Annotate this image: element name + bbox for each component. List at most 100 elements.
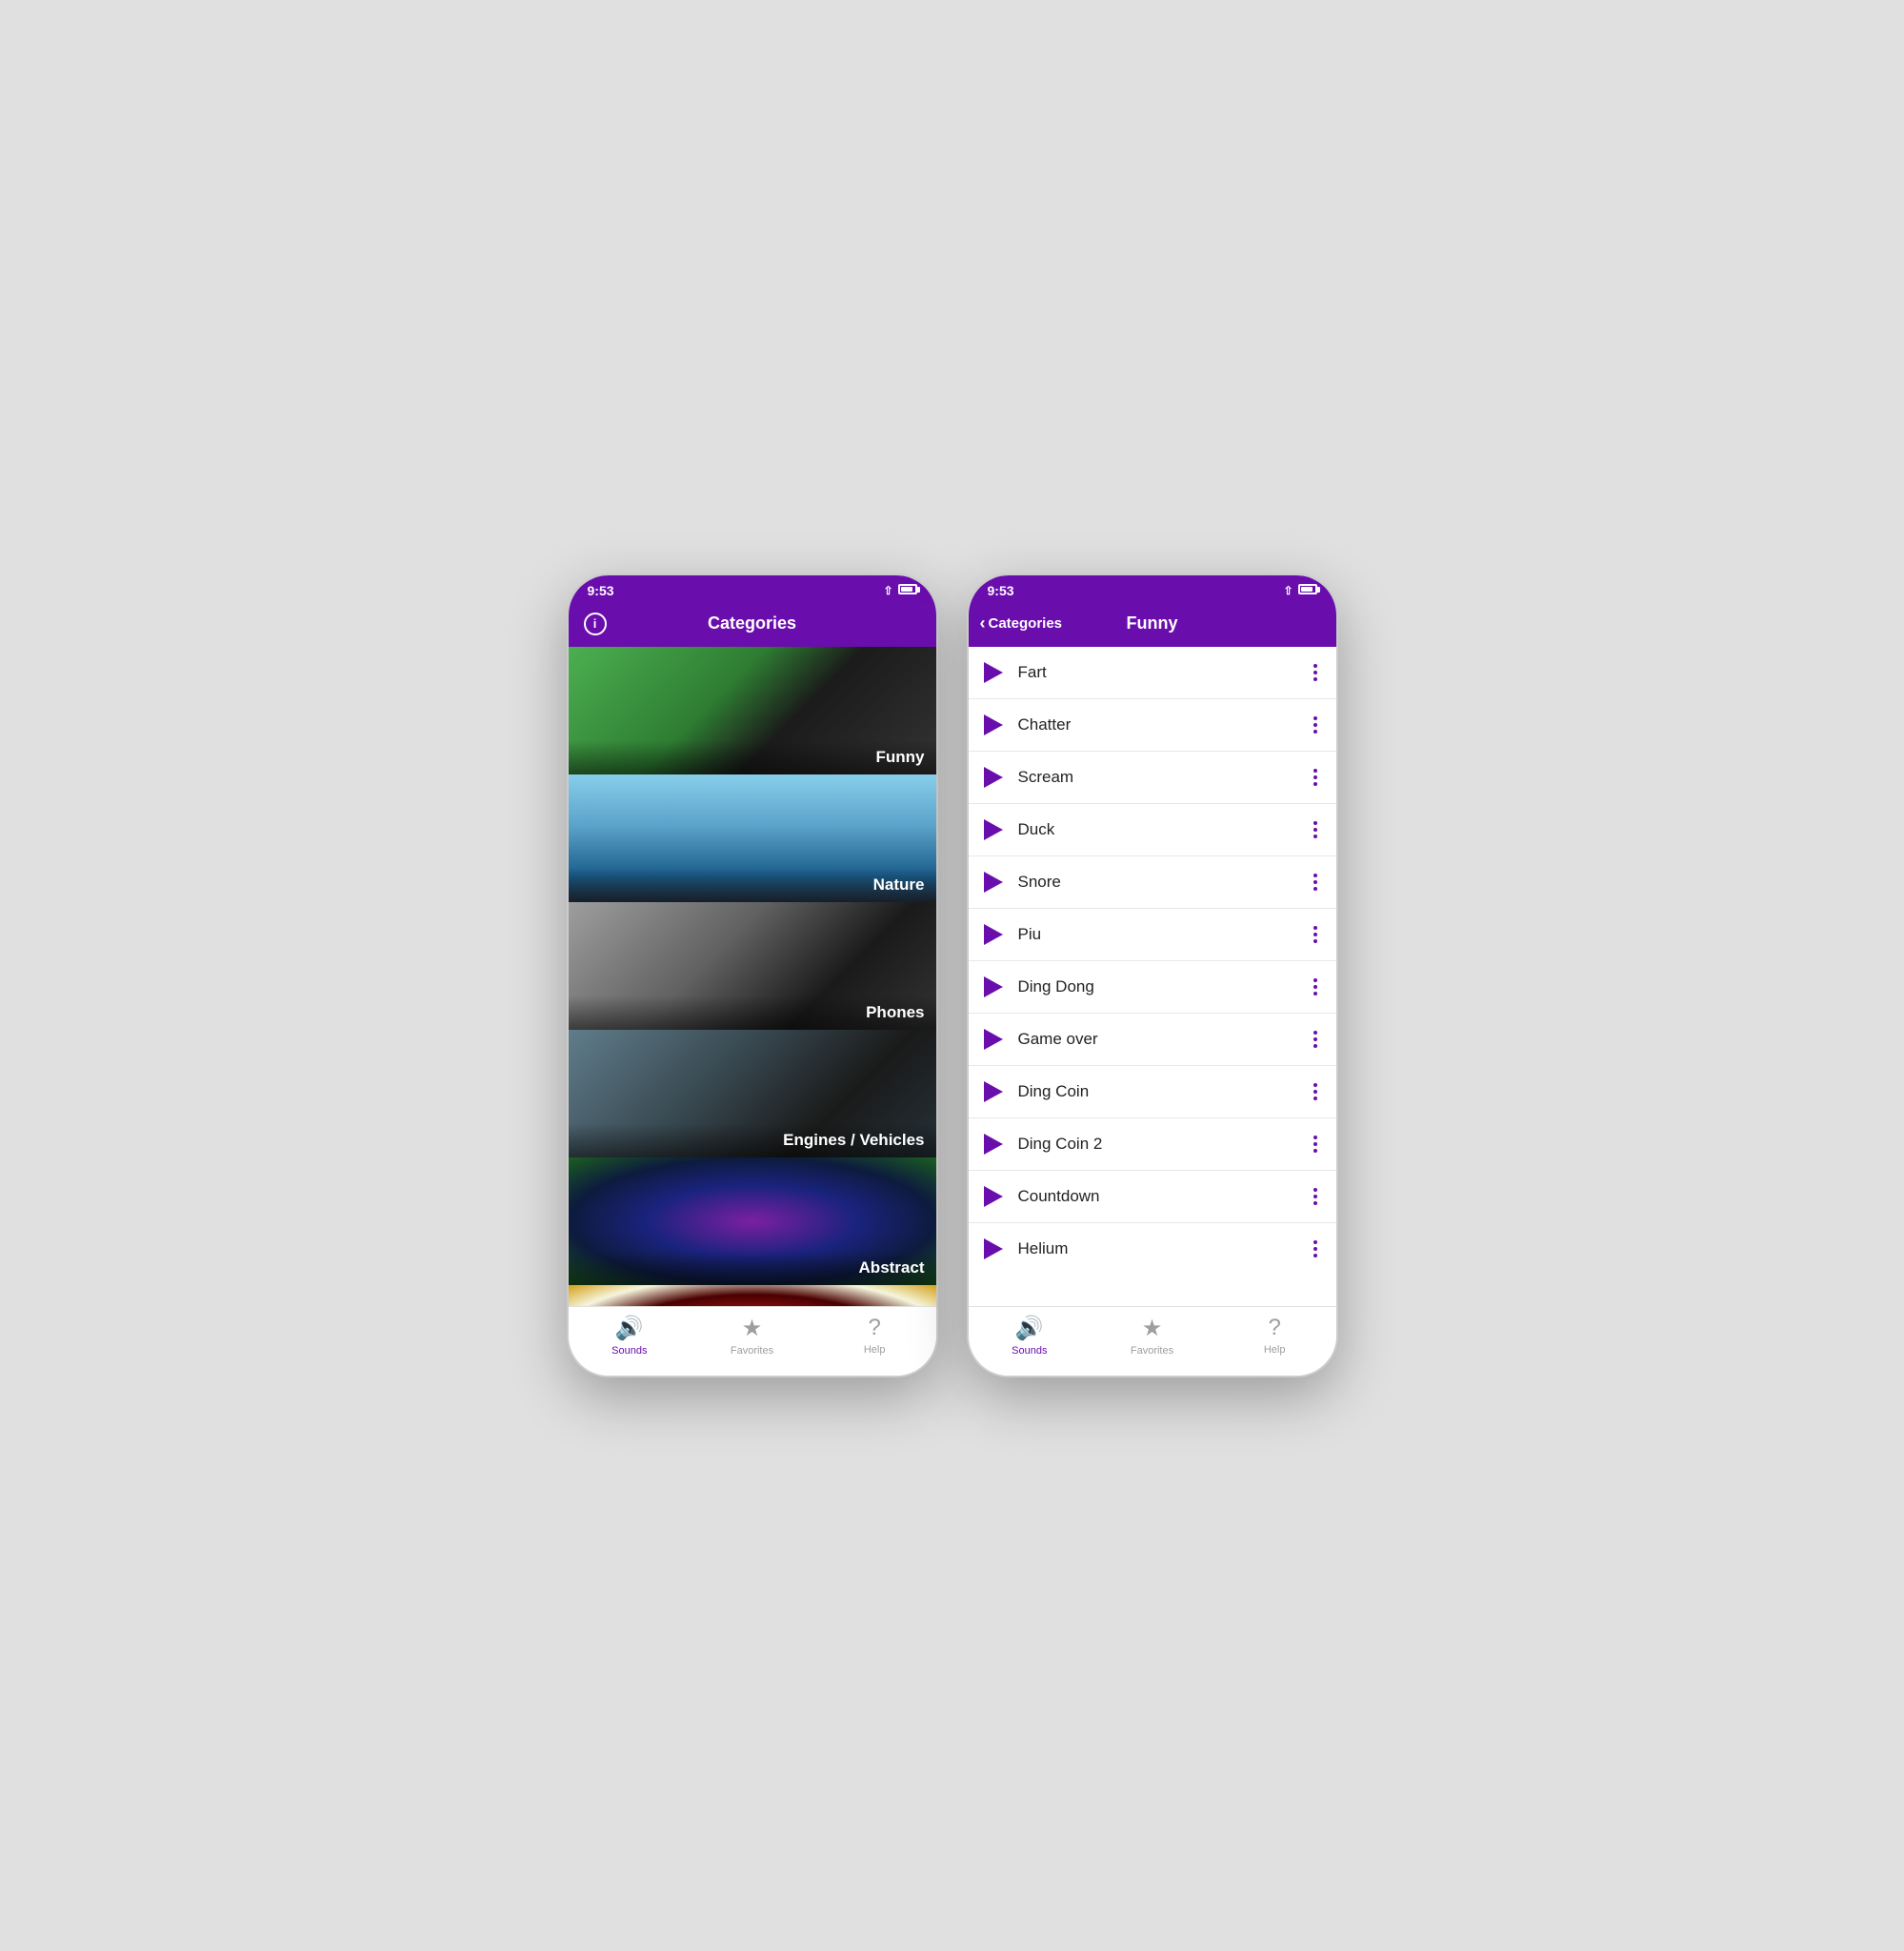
more-button-helium[interactable] [1310,1240,1321,1257]
right-time: 9:53 [988,583,1014,598]
sound-name-game-over: Game over [1018,1030,1310,1049]
more-dot [1313,939,1317,943]
more-button-chatter[interactable] [1310,716,1321,734]
right-header: ‹ Categories Funny [969,604,1336,647]
tab-favorites-right[interactable]: ★ Favorites [1113,1315,1190,1357]
more-button-duck[interactable] [1310,821,1321,838]
back-button[interactable]: ‹ Categories [980,613,1063,634]
sound-item-scream[interactable]: Scream [969,752,1336,804]
right-status-bar: 9:53 ⇧ [969,575,1336,604]
more-dot [1313,1096,1317,1100]
sound-item-ding-coin[interactable]: Ding Coin [969,1066,1336,1118]
more-dot [1313,880,1317,884]
more-button-countdown[interactable] [1310,1188,1321,1205]
more-button-game-over[interactable] [1310,1031,1321,1048]
more-button-piu[interactable] [1310,926,1321,943]
play-triangle-icon [984,976,1003,997]
sound-name-countdown: Countdown [1018,1187,1310,1206]
category-label-phones: Phones [569,996,936,1030]
category-item-phones[interactable]: Phones [569,902,936,1030]
more-button-snore[interactable] [1310,874,1321,891]
play-button-piu[interactable] [984,924,1005,945]
sound-item-game-over[interactable]: Game over [969,1014,1336,1066]
more-dot [1313,1195,1317,1198]
play-button-snore[interactable] [984,872,1005,893]
favorites-icon-right: ★ [1142,1315,1163,1342]
info-button[interactable]: i [584,613,607,635]
play-button-ding-dong[interactable] [984,976,1005,997]
play-triangle-icon [984,1238,1003,1259]
more-dot [1313,874,1317,877]
tab-sounds-left[interactable]: 🔊 Sounds [591,1315,668,1357]
tab-favorites-left[interactable]: ★ Favorites [713,1315,790,1357]
category-label-funny: Funny [569,740,936,774]
tab-help-right[interactable]: ? Help [1236,1315,1313,1357]
play-button-chatter[interactable] [984,714,1005,735]
right-tab-bar: 🔊 Sounds ★ Favorites ? Help [969,1306,1336,1376]
sound-name-duck: Duck [1018,820,1310,839]
category-label-nature: Nature [569,868,936,902]
play-button-game-over[interactable] [984,1029,1005,1050]
category-item-music[interactable]: Musical Instruments [569,1285,936,1306]
sound-item-piu[interactable]: Piu [969,909,1336,961]
tab-help-left[interactable]: ? Help [836,1315,912,1357]
left-tab-bar: 🔊 Sounds ★ Favorites ? Help [569,1306,936,1376]
sounds-icon-right: 🔊 [1015,1315,1044,1342]
play-button-ding-coin-2[interactable] [984,1134,1005,1155]
play-triangle-icon [984,924,1003,945]
tab-favorites-label-left: Favorites [731,1345,773,1357]
tab-sounds-label-left: Sounds [611,1345,647,1357]
sound-item-helium[interactable]: Helium [969,1223,1336,1275]
right-wifi-icon: ⇧ [1283,584,1293,597]
more-button-fart[interactable] [1310,664,1321,681]
more-dot [1313,1254,1317,1257]
more-dot [1313,1136,1317,1139]
play-triangle-icon [984,767,1003,788]
left-status-bar: 9:53 ⇧ [569,575,936,604]
more-dot [1313,1090,1317,1094]
play-button-helium[interactable] [984,1238,1005,1259]
more-dot [1313,1240,1317,1244]
chevron-left-icon: ‹ [980,613,986,634]
more-dot [1313,926,1317,930]
sounds-icon-left: 🔊 [615,1315,644,1342]
left-header-title: Categories [708,613,796,634]
more-button-ding-coin[interactable] [1310,1083,1321,1100]
category-item-abstract[interactable]: Abstract [569,1157,936,1285]
sound-item-ding-coin-2[interactable]: Ding Coin 2 [969,1118,1336,1171]
right-phone: 9:53 ⇧ ‹ Categories Funny Fart [967,573,1338,1378]
tab-sounds-right[interactable]: 🔊 Sounds [992,1315,1068,1357]
category-item-engines[interactable]: Engines / Vehicles [569,1030,936,1157]
sound-item-countdown[interactable]: Countdown [969,1171,1336,1223]
right-header-title: Funny [1127,613,1178,634]
sound-name-piu: Piu [1018,925,1310,944]
tab-sounds-label-right: Sounds [1012,1345,1047,1357]
play-button-duck[interactable] [984,819,1005,840]
left-header: i Categories [569,604,936,647]
category-list: Funny Nature Phones Engines / Vehicles A… [569,647,936,1306]
category-item-funny[interactable]: Funny [569,647,936,774]
sound-item-ding-dong[interactable]: Ding Dong [969,961,1336,1014]
sound-item-chatter[interactable]: Chatter [969,699,1336,752]
play-button-countdown[interactable] [984,1186,1005,1207]
sound-name-scream: Scream [1018,768,1310,787]
more-button-ding-coin-2[interactable] [1310,1136,1321,1153]
sound-item-duck[interactable]: Duck [969,804,1336,856]
category-label-abstract: Abstract [569,1251,936,1285]
more-dot [1313,1044,1317,1048]
play-button-ding-coin[interactable] [984,1081,1005,1102]
favorites-icon-left: ★ [742,1315,763,1342]
sound-item-fart[interactable]: Fart [969,647,1336,699]
tab-help-label-left: Help [864,1344,886,1356]
play-button-fart[interactable] [984,662,1005,683]
play-button-scream[interactable] [984,767,1005,788]
sound-item-snore[interactable]: Snore [969,856,1336,909]
more-button-scream[interactable] [1310,769,1321,786]
more-button-ding-dong[interactable] [1310,978,1321,996]
help-icon-right: ? [1268,1315,1280,1341]
left-time: 9:53 [588,583,614,598]
sound-name-ding-dong: Ding Dong [1018,977,1310,996]
more-dot [1313,671,1317,674]
more-dot [1313,1031,1317,1035]
category-item-nature[interactable]: Nature [569,774,936,902]
